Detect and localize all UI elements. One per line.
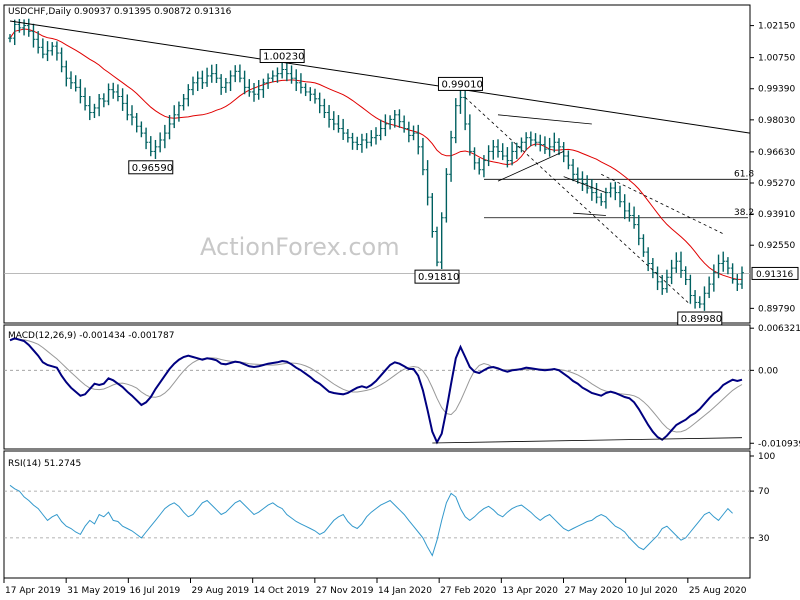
x-tick-label: 31 May 2019 (67, 586, 126, 596)
x-tick-label: 27 Nov 2019 (316, 586, 374, 596)
rsi-ytick-label: 70 (758, 487, 770, 497)
price-annotation-label: 0.96590 (132, 163, 173, 174)
price-annotation-label: 1.00230 (263, 52, 304, 63)
fib-level-label: 38.2 (734, 208, 754, 218)
rsi-ytick-label: 100 (758, 452, 775, 462)
price-annotation-label: 0.89980 (681, 314, 722, 325)
price-annotation-label: 0.91810 (418, 272, 459, 283)
price-ytick-label: 0.99390 (758, 85, 795, 95)
triangle-resistance-line (497, 114, 592, 125)
rsi-panel: 100 70 30 (4, 452, 775, 557)
price-annotation-label: 0.99010 (441, 79, 482, 90)
rsi-line (9, 484, 733, 557)
macd-ytick-label: 0.00 (758, 366, 778, 376)
macd-divergence-line (432, 437, 743, 444)
price-ytick-label: 0.95270 (758, 179, 795, 189)
x-axis: 17 Apr 2019 31 May 2019 16 Jul 2019 29 Aug … (3, 578, 747, 596)
macd-ytick-label: 0.006321 (758, 324, 800, 334)
rsi-panel-frame (3, 450, 751, 579)
x-tick-label: 10 Jul 2020 (627, 586, 678, 596)
price-panel: 1.02150 1.00750 0.99390 0.98030 0.96630 0.952… (4, 18, 799, 326)
price-ytick-label: 0.96630 (758, 148, 795, 158)
rsi-title: RSI(14) 51.2745 (8, 459, 81, 469)
current-price-label: 0.91316 (756, 270, 793, 280)
price-panel-frame (3, 4, 751, 324)
price-ytick-label: 0.98030 (758, 116, 795, 126)
price-ytick-label: 0.92550 (758, 241, 795, 251)
macd-line (9, 337, 743, 445)
x-tick-label: 16 Jul 2019 (129, 586, 180, 596)
x-tick-label: 25 Aug 2020 (689, 586, 747, 596)
watermark: ActionForex.com (200, 233, 400, 261)
price-ytick-label: 1.00750 (758, 54, 795, 64)
x-tick-label: 27 Feb 2020 (440, 586, 496, 596)
x-tick-label: 17 Apr 2019 (5, 586, 61, 596)
macd-ytick-label: -0.010939 (758, 439, 800, 449)
x-tick-label: 27 May 2020 (565, 586, 624, 596)
price-chart-title: USDCHF,Daily 0.90937 0.91395 0.90872 0.9… (8, 7, 232, 17)
price-ytick-label: 0.89790 (758, 304, 795, 314)
long-term-trendline (9, 20, 751, 134)
price-ytick-label: 0.93910 (758, 210, 795, 220)
rsi-ytick-label: 30 (758, 534, 770, 544)
x-tick-label: 29 Aug 2019 (192, 586, 250, 596)
chart-canvas: 1.02150 1.00750 0.99390 0.98030 0.96630 0.952… (3, 4, 800, 596)
fib-level-label: 61.8 (734, 169, 754, 179)
x-tick-label: 13 Apr 2020 (502, 586, 558, 596)
x-tick-label: 14 Oct 2019 (254, 586, 310, 596)
macd-title: MACD(12,26,9) -0.001434 -0.001787 (8, 331, 174, 341)
macd-panel: 0.006321 0.00 -0.010939 (4, 324, 800, 449)
wedge-bottom-line (573, 212, 606, 216)
x-tick-label: 14 Jan 2020 (378, 586, 432, 596)
price-ytick-label: 1.02150 (758, 22, 795, 32)
